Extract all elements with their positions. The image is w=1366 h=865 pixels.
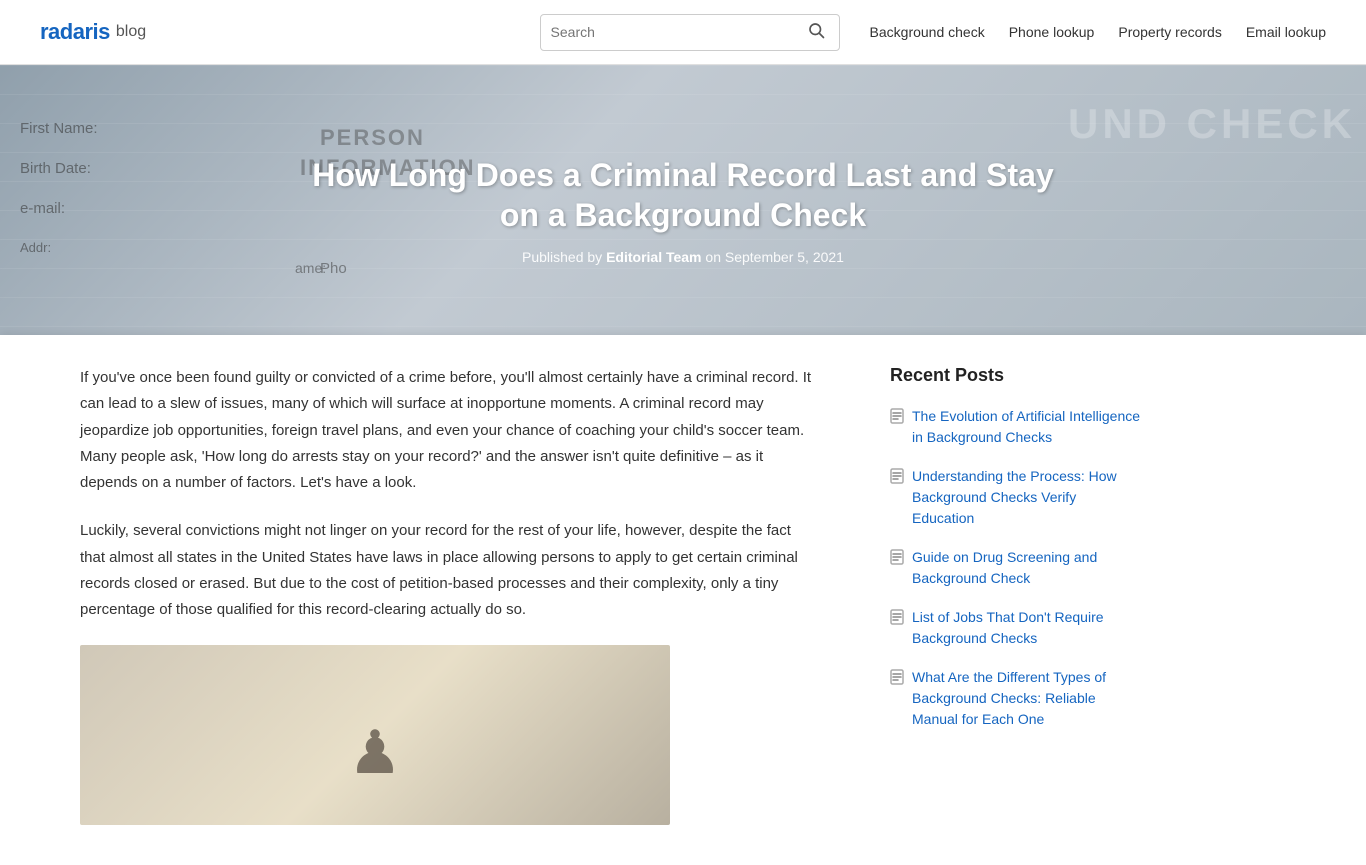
meta-prefix: Published by [522,249,602,265]
nav-property-records[interactable]: Property records [1118,24,1221,40]
search-input[interactable] [551,24,803,40]
article-meta: Published by Editorial Team on September… [293,249,1073,265]
site-header: radaris blog Background check Phone look… [0,0,1366,65]
content-card: If you've once been found guilty or conv… [0,335,1366,865]
search-button[interactable] [803,21,829,44]
hero-banner: First Name: Birth Date: e-mail: Addr: PE… [0,65,1366,355]
post-document-icon [890,669,904,688]
recent-post-item[interactable]: Guide on Drug Screening and Background C… [890,547,1140,589]
logo-area: radaris blog [40,19,146,45]
post-link-4[interactable]: What Are the Different Types of Backgrou… [912,667,1140,730]
sidebar: Recent Posts The Evolution of Artificial… [870,335,1170,865]
post-link-3[interactable]: List of Jobs That Don't Require Backgrou… [912,607,1140,649]
logo-suffix: blog [116,23,146,41]
post-document-icon [890,609,904,628]
recent-post-item[interactable]: The Evolution of Artificial Intelligence… [890,406,1140,448]
form-label-firstname: First Name: [20,120,98,137]
form-label-addr: Addr: [20,240,51,255]
article-title: How Long Does a Criminal Record Last and… [293,155,1073,235]
recent-post-item[interactable]: List of Jobs That Don't Require Backgrou… [890,607,1140,649]
recent-post-item[interactable]: Understanding the Process: How Backgroun… [890,466,1140,529]
post-document-icon [890,408,904,427]
article-paragraph-1: If you've once been found guilty or conv… [80,365,820,496]
search-bar [540,14,840,51]
post-link-2[interactable]: Guide on Drug Screening and Background C… [912,547,1140,589]
post-document-icon [890,468,904,487]
post-document-icon [890,549,904,568]
article-paragraph-2: Luckily, several convictions might not l… [80,518,820,623]
article-image: ♟ [80,645,670,825]
form-label-birthdate: Birth Date: [20,160,91,177]
meta-date-prefix: on [705,249,721,265]
main-nav: Background check Phone lookup Property r… [870,24,1326,40]
form-label-email: e-mail: [20,200,65,217]
logo-brand[interactable]: radaris [40,19,110,45]
post-link-0[interactable]: The Evolution of Artificial Intelligence… [912,406,1140,448]
recent-post-item[interactable]: What Are the Different Types of Backgrou… [890,667,1140,730]
recent-posts-list: The Evolution of Artificial Intelligence… [890,406,1140,730]
main-container: If you've once been found guilty or conv… [0,335,1366,865]
hero-text-block: How Long Does a Criminal Record Last and… [233,135,1133,285]
nav-email-lookup[interactable]: Email lookup [1246,24,1326,40]
meta-date: September 5, 2021 [725,249,844,265]
post-link-1[interactable]: Understanding the Process: How Backgroun… [912,466,1140,529]
search-icon [807,21,825,39]
article-body: If you've once been found guilty or conv… [80,365,820,825]
chess-piece-icon: ♟ [348,700,402,805]
nav-phone-lookup[interactable]: Phone lookup [1009,24,1095,40]
nav-background-check[interactable]: Background check [870,24,985,40]
meta-author: Editorial Team [606,249,701,265]
article-area: If you've once been found guilty or conv… [0,335,870,865]
sidebar-title: Recent Posts [890,365,1140,386]
